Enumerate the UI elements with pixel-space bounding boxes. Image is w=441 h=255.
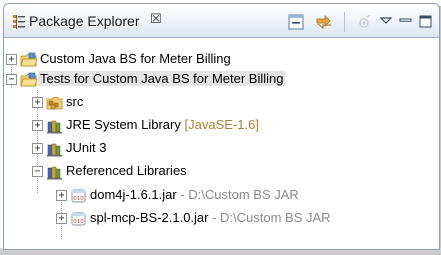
tree-item-label: src	[66, 94, 84, 109]
tree-item-src[interactable]: + src	[4, 93, 434, 113]
tree-item-jre-library[interactable]: + JRE System Library [JavaSE-1.6]	[4, 116, 434, 136]
focus-on-task-icon[interactable]	[354, 12, 374, 32]
tree-item-jar-dom4j[interactable]: + 010 dom4j-1.6.1.jar - D:\Custom BS JAR	[4, 186, 434, 206]
view-menu-icon[interactable]	[376, 12, 396, 32]
tree-item-label: Referenced Libraries	[66, 163, 187, 178]
library-icon	[47, 143, 62, 157]
tree-item-label: JUnit 3	[66, 140, 107, 155]
toolbar-separator	[344, 12, 345, 32]
tree-item-label: dom4j-1.6.1.jar	[90, 187, 177, 202]
tree-item-decoration: [JavaSE-1.6]	[184, 117, 259, 132]
tree-item-decoration: - D:\Custom BS JAR	[208, 210, 331, 225]
tree-item-label-group: JRE System Library [JavaSE-1.6]	[66, 117, 259, 132]
tree-item-junit[interactable]: + JUnit 3	[4, 139, 434, 159]
tree-item-label-group: spl-mcp-BS-2.1.0.jar - D:\Custom BS JAR	[90, 210, 331, 225]
collapse-all-icon[interactable]	[286, 12, 306, 32]
expand-toggle[interactable]: +	[56, 213, 67, 224]
tree-item-label-group: dom4j-1.6.1.jar - D:\Custom BS JAR	[90, 187, 299, 202]
tree-item-label: Tests for Custom Java BS for Meter Billi…	[38, 71, 286, 86]
link-with-editor-icon[interactable]	[314, 12, 334, 32]
tree-item-label: spl-mcp-BS-2.1.0.jar	[90, 210, 209, 225]
source-folder-icon	[46, 97, 63, 110]
tree-item-jar-spl-mcp[interactable]: + 010 spl-mcp-BS-2.1.0.jar - D:\Custom B…	[4, 209, 434, 229]
tree-item-test-project[interactable]: − Tests for Custom Java BS for Meter Bil…	[4, 70, 434, 90]
tab-package-explorer[interactable]: Package Explorer ☒	[4, 4, 174, 38]
svg-text:010: 010	[73, 219, 84, 225]
minimize-icon[interactable]	[396, 12, 416, 32]
expand-toggle[interactable]: +	[6, 54, 17, 65]
library-icon	[47, 166, 62, 180]
tree-item-referenced-libraries[interactable]: − Referenced Libraries	[4, 162, 434, 182]
close-icon[interactable]: ☒	[150, 11, 162, 27]
library-icon	[47, 120, 62, 134]
maximize-icon[interactable]	[416, 12, 436, 32]
project-folder-icon	[20, 72, 38, 87]
expand-toggle[interactable]: +	[32, 120, 43, 131]
tree-item-label: Custom Java BS for Meter Billing	[40, 51, 231, 66]
expand-toggle[interactable]: +	[32, 97, 43, 108]
tree-item-project[interactable]: + Custom Java BS for Meter Billing	[4, 50, 434, 70]
package-explorer-view: Package Explorer ☒ + Custom Java BS for …	[0, 0, 441, 255]
collapse-toggle[interactable]: −	[6, 74, 17, 85]
view-tab-bar: Package Explorer ☒	[4, 4, 439, 38]
svg-text:010: 010	[73, 196, 84, 202]
view-title: Package Explorer	[29, 13, 140, 29]
jar-icon: 010	[71, 212, 86, 226]
collapse-toggle[interactable]: −	[32, 166, 43, 177]
expand-toggle[interactable]: +	[32, 143, 43, 154]
tree-item-label: JRE System Library	[66, 117, 181, 132]
project-folder-icon	[20, 52, 38, 67]
jar-icon: 010	[71, 189, 86, 203]
expand-toggle[interactable]: +	[56, 190, 67, 201]
package-explorer-icon	[13, 15, 25, 29]
tree-item-decoration: - D:\Custom BS JAR	[176, 187, 299, 202]
